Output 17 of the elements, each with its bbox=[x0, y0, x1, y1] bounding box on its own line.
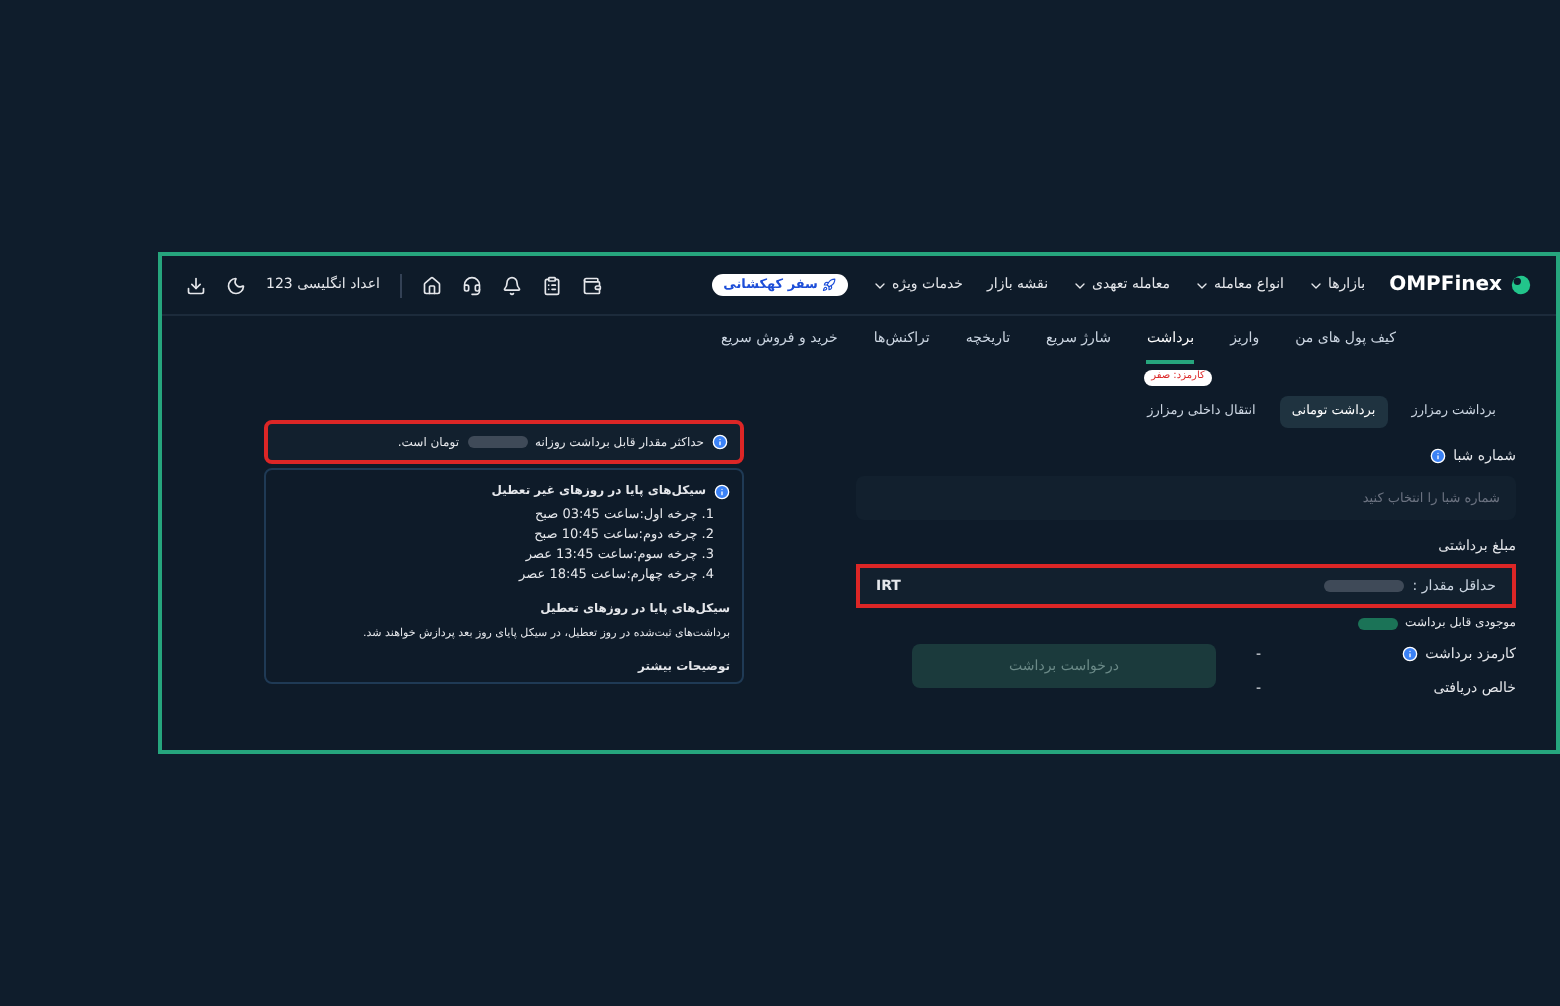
wallet-icon[interactable] bbox=[581, 275, 602, 295]
moon-icon[interactable] bbox=[226, 275, 246, 295]
info-icon bbox=[714, 483, 730, 499]
info-icon bbox=[1401, 646, 1418, 663]
bell-icon[interactable] bbox=[501, 275, 522, 295]
blurred-value bbox=[467, 434, 527, 450]
blurred-value bbox=[1324, 578, 1405, 594]
support-icon[interactable] bbox=[461, 275, 482, 295]
logo-icon bbox=[1510, 274, 1532, 296]
home-icon[interactable] bbox=[421, 275, 442, 295]
logo[interactable]: OMPFinex bbox=[1389, 270, 1502, 300]
info-icon bbox=[712, 434, 728, 450]
rocket-icon bbox=[821, 278, 836, 292]
info-icon bbox=[1429, 448, 1446, 465]
clipboard-icon[interactable] bbox=[541, 275, 562, 295]
blurred-value bbox=[1357, 615, 1398, 631]
download-icon[interactable] bbox=[186, 275, 206, 295]
